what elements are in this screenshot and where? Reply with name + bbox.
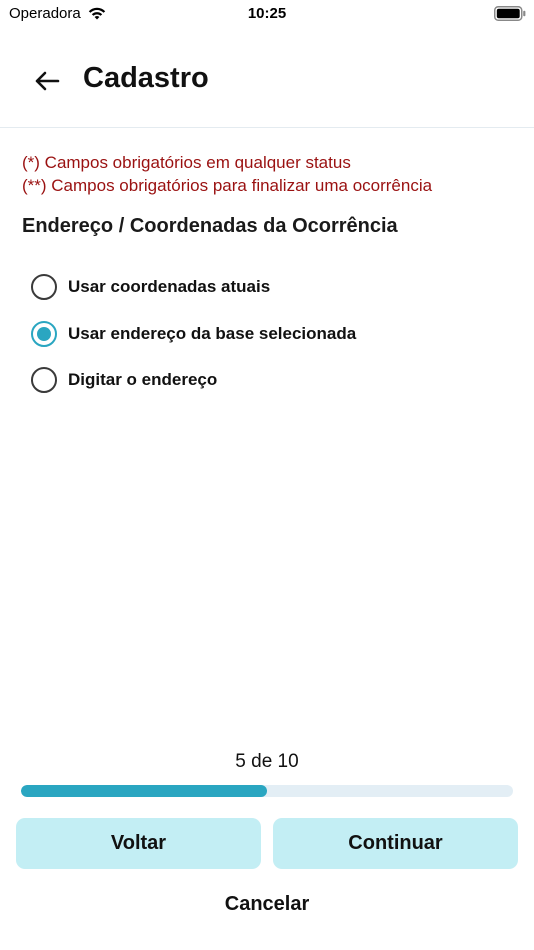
page-title: Cadastro — [83, 62, 209, 94]
progress-bar — [21, 785, 513, 797]
radio-checked-icon — [31, 320, 57, 347]
back-step-button[interactable]: Voltar — [16, 818, 261, 869]
radio-label: Usar coordenadas atuais — [68, 277, 271, 297]
progress-fill — [21, 785, 267, 797]
cancel-button[interactable]: Cancelar — [0, 893, 534, 916]
step-counter: 5 de 10 — [235, 751, 299, 772]
radio-label: Usar endereço da base selecionada — [68, 323, 357, 343]
radio-dot — [37, 326, 51, 341]
required-note-2: (**) Campos obrigatórios para finalizar … — [22, 176, 433, 195]
radio-option-current-coordinates[interactable]: Usar coordenadas atuais — [31, 264, 511, 311]
radio-option-type-address[interactable]: Digitar o endereço — [31, 357, 511, 404]
radio-label: Digitar o endereço — [68, 370, 218, 390]
battery-icon — [494, 6, 526, 21]
radio-unchecked-icon — [31, 367, 57, 394]
clock: 10:25 — [247, 5, 287, 22]
status-bar: Operadora 10:25 — [0, 0, 534, 30]
radio-option-base-address[interactable]: Usar endereço da base selecionada — [31, 311, 511, 358]
address-options: Usar coordenadas atuais Usar endereço da… — [31, 264, 511, 404]
required-fields-notes: (*) Campos obrigatórios em qualquer stat… — [22, 151, 432, 197]
radio-unchecked-icon — [31, 274, 57, 301]
back-button[interactable] — [30, 66, 64, 96]
arrow-left-icon — [35, 71, 60, 91]
section-title: Endereço / Coordenadas da Ocorrência — [22, 215, 398, 237]
required-note-1: (*) Campos obrigatórios em qualquer stat… — [22, 153, 351, 172]
continue-button[interactable]: Continuar — [273, 818, 518, 869]
header: Cadastro — [0, 40, 534, 128]
